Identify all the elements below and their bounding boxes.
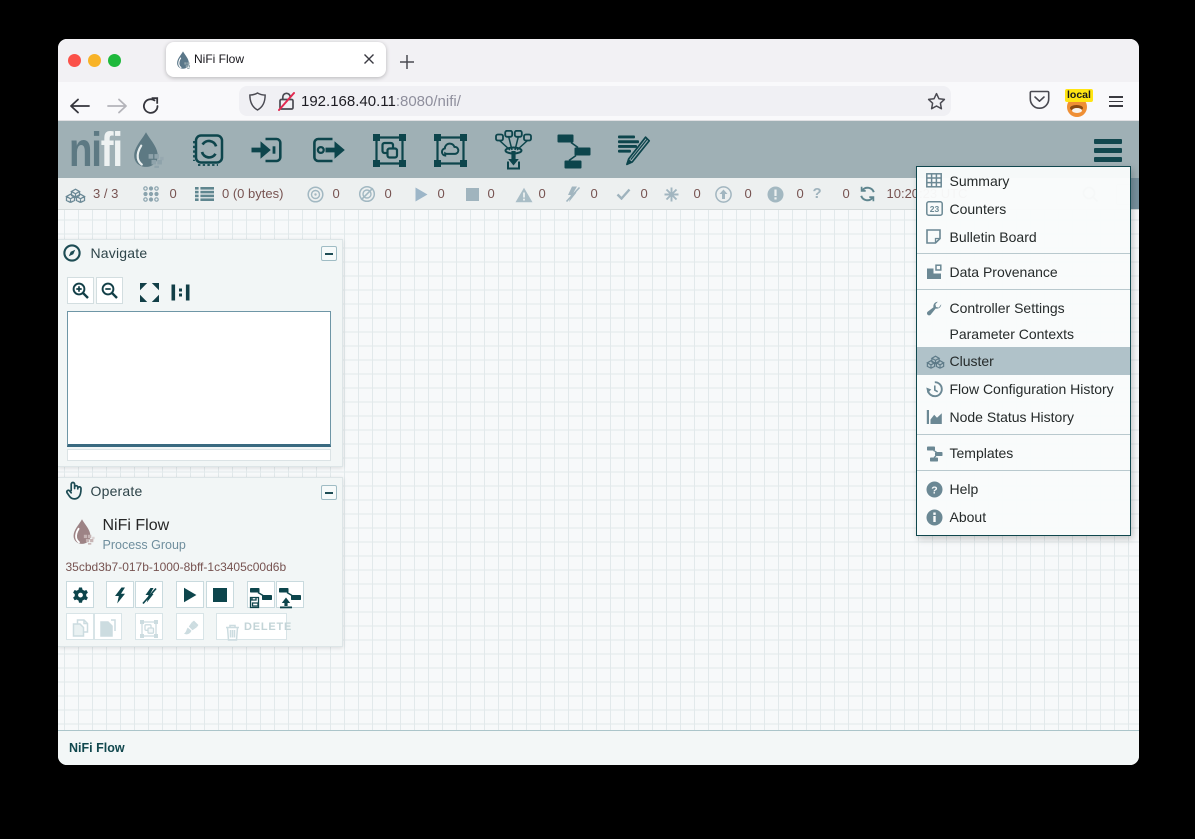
svg-text:23: 23 xyxy=(929,204,939,214)
svg-text:?: ? xyxy=(931,484,937,496)
